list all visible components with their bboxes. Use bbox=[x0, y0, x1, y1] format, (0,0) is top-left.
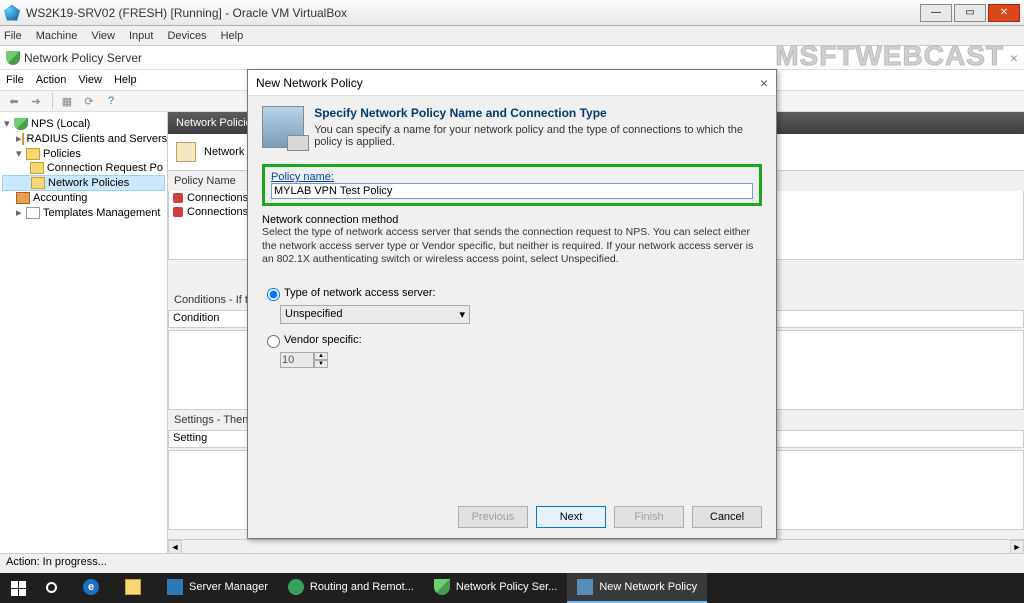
tree-panel: ▾NPS (Local) ▸RADIUS Clients and Servers… bbox=[0, 112, 168, 553]
nps-menu-file[interactable]: File bbox=[6, 74, 24, 86]
next-button[interactable]: Next bbox=[536, 506, 606, 528]
vbox-titlebar: WS2K19-SRV02 (FRESH) [Running] - Oracle … bbox=[0, 0, 1024, 26]
status-bar: Action: In progress... bbox=[0, 553, 1024, 573]
vendor-value-input[interactable] bbox=[280, 352, 314, 368]
forward-icon[interactable]: ➔ bbox=[26, 92, 46, 110]
tree-policies[interactable]: ▾Policies bbox=[2, 146, 165, 161]
radio-vendor-label: Vendor specific: bbox=[284, 334, 362, 346]
policy-name-input[interactable] bbox=[271, 183, 753, 199]
nps-icon bbox=[6, 51, 20, 65]
radio-type[interactable] bbox=[267, 288, 280, 301]
vendor-spinner[interactable]: ▲▼ bbox=[280, 352, 330, 368]
new-network-policy-dialog: New Network Policy × Specify Network Pol… bbox=[247, 69, 777, 539]
scroll-right-icon[interactable]: ► bbox=[1010, 540, 1024, 554]
scroll-icon bbox=[176, 142, 196, 162]
dialog-close-icon[interactable]: × bbox=[760, 75, 768, 91]
help-icon[interactable]: ? bbox=[101, 92, 121, 110]
start-button[interactable] bbox=[0, 573, 36, 603]
tree-accounting[interactable]: Accounting bbox=[2, 191, 165, 205]
maximize-button[interactable]: ▭ bbox=[954, 4, 986, 22]
minimize-button[interactable]: — bbox=[920, 4, 952, 22]
nps-menu-action[interactable]: Action bbox=[36, 74, 67, 86]
taskbar-routing[interactable]: Routing and Remot... bbox=[278, 573, 424, 603]
close-button[interactable]: ✕ bbox=[988, 4, 1020, 22]
cancel-button[interactable]: Cancel bbox=[692, 506, 762, 528]
radio-type-row[interactable]: Type of network access server: bbox=[262, 285, 762, 301]
taskbar: e Server Manager Routing and Remot... Ne… bbox=[0, 573, 1024, 603]
watermark-text: MSFTWEBCAST bbox=[775, 40, 1004, 72]
vbox-menu-machine[interactable]: Machine bbox=[36, 30, 78, 42]
policy-name-label: Policy name: bbox=[271, 171, 334, 183]
back-icon[interactable]: ⬅ bbox=[4, 92, 24, 110]
taskbar-explorer[interactable] bbox=[115, 573, 157, 603]
nas-type-combo[interactable]: Unspecified ▾ bbox=[280, 305, 470, 324]
horizontal-scrollbar[interactable]: ◄ ► bbox=[168, 539, 1024, 553]
dialog-heading: Specify Network Policy Name and Connecti… bbox=[314, 106, 762, 120]
dialog-subheading: You can specify a name for your network … bbox=[314, 124, 762, 148]
dialog-titlebar: New Network Policy × bbox=[248, 70, 776, 96]
nps-close-icon[interactable]: × bbox=[1010, 50, 1018, 66]
ncm-label: Network connection method bbox=[262, 214, 762, 226]
dialog-title: New Network Policy bbox=[256, 76, 363, 90]
tree-root[interactable]: ▾NPS (Local) bbox=[2, 116, 165, 131]
vbox-menu-help[interactable]: Help bbox=[221, 30, 244, 42]
chevron-down-icon: ▾ bbox=[459, 308, 465, 321]
radio-type-label: Type of network access server: bbox=[284, 287, 436, 299]
radio-vendor[interactable] bbox=[267, 335, 280, 348]
toolbar-icon[interactable]: ▦ bbox=[57, 92, 77, 110]
ncm-description: Select the type of network access server… bbox=[262, 226, 762, 267]
scroll-left-icon[interactable]: ◄ bbox=[168, 540, 182, 554]
taskbar-server-manager[interactable]: Server Manager bbox=[157, 573, 278, 603]
taskbar-ie[interactable]: e bbox=[73, 573, 115, 603]
vbox-menu-view[interactable]: View bbox=[91, 30, 115, 42]
policy-name-highlight: Policy name: bbox=[262, 164, 762, 206]
nps-menu-help[interactable]: Help bbox=[114, 74, 137, 86]
vbox-menu-devices[interactable]: Devices bbox=[167, 30, 206, 42]
vbox-menu-input[interactable]: Input bbox=[129, 30, 153, 42]
virtualbox-icon bbox=[4, 5, 20, 21]
dialog-header: Specify Network Policy Name and Connecti… bbox=[248, 96, 776, 158]
tree-network-policies[interactable]: Network Policies bbox=[2, 175, 165, 191]
radio-vendor-row[interactable]: Vendor specific: bbox=[262, 332, 762, 348]
tree-radius[interactable]: ▸RADIUS Clients and Servers bbox=[2, 131, 165, 146]
tree-conn-req[interactable]: Connection Request Po bbox=[2, 161, 165, 175]
dialog-buttons: Previous Next Finish Cancel bbox=[458, 506, 762, 528]
taskbar-nps[interactable]: Network Policy Ser... bbox=[424, 573, 567, 603]
previous-button[interactable]: Previous bbox=[458, 506, 528, 528]
nps-menu-view[interactable]: View bbox=[78, 74, 102, 86]
taskbar-new-policy[interactable]: New Network Policy bbox=[567, 573, 707, 603]
taskbar-search[interactable] bbox=[36, 573, 73, 603]
vbox-title: WS2K19-SRV02 (FRESH) [Running] - Oracle … bbox=[26, 6, 918, 20]
spin-up-icon[interactable]: ▲ bbox=[314, 352, 328, 360]
vbox-menu-file[interactable]: File bbox=[4, 30, 22, 42]
tree-templates[interactable]: ▸Templates Management bbox=[2, 205, 165, 220]
finish-button[interactable]: Finish bbox=[614, 506, 684, 528]
spin-down-icon[interactable]: ▼ bbox=[314, 360, 328, 368]
wizard-art-icon bbox=[262, 106, 304, 148]
refresh-icon[interactable]: ⟳ bbox=[79, 92, 99, 110]
